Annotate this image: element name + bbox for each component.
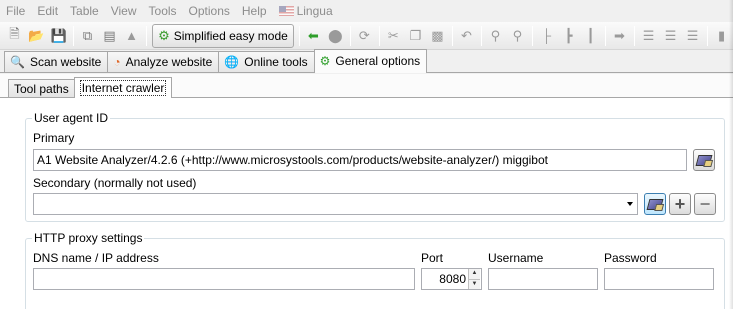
toolbar-separator: [605, 25, 606, 46]
book-icon: [695, 154, 713, 166]
book-icon: [646, 198, 664, 210]
find-next-icon[interactable]: ⚲: [507, 25, 528, 47]
primary-label: Primary: [33, 131, 75, 145]
tab-label: Tool paths: [14, 81, 69, 96]
gears-icon: ⚙: [319, 54, 331, 68]
tab-analyze-website[interactable]: ◔ Analyze website: [107, 51, 220, 72]
menu-bar: File Edit Table View Tools Options Help …: [0, 0, 733, 22]
menu-help[interactable]: Help: [236, 0, 273, 22]
menu-lingua[interactable]: Lingua: [273, 0, 339, 22]
find-icon[interactable]: ⚲: [485, 25, 506, 47]
toolbar-separator: [451, 25, 453, 46]
tab-label: Online tools: [244, 55, 308, 69]
password-field[interactable]: [604, 268, 714, 290]
toolbar-separator: [298, 25, 300, 46]
tab-scan-website[interactable]: 🔍 Scan website: [4, 51, 109, 72]
username-field[interactable]: [488, 268, 598, 290]
tab-internet-crawler[interactable]: Internet crawler: [73, 77, 173, 98]
menu-edit[interactable]: Edit: [31, 0, 64, 22]
dns-label: DNS name / IP address: [33, 251, 159, 265]
menu-tools[interactable]: Tools: [143, 0, 183, 22]
stop-icon[interactable]: ⬤: [325, 25, 346, 47]
toolbar-separator: [634, 25, 636, 46]
menu-file[interactable]: File: [0, 0, 31, 22]
toolbar-separator: [531, 25, 533, 46]
port-spin-buttons: ▲ ▼: [468, 269, 480, 289]
password-label: Password: [604, 251, 657, 265]
group-title: User agent ID: [32, 111, 111, 125]
primary-user-agent-field[interactable]: A1 Website Analyzer/4.2.6 (+http://www.m…: [33, 149, 687, 171]
simplified-easy-mode-button[interactable]: ⚙ Simplified easy mode: [152, 23, 294, 48]
magnifier-icon: 🔍: [10, 55, 25, 69]
add-button[interactable]: +: [669, 193, 691, 215]
tree-expand-icon[interactable]: ┣: [558, 25, 579, 47]
paste-project-icon[interactable]: ▤: [99, 25, 120, 47]
tree-collapse-icon[interactable]: ├: [536, 25, 557, 47]
align-right-icon[interactable]: ☰: [660, 25, 681, 47]
undo-icon[interactable]: ↶: [456, 25, 477, 47]
primary-user-agent-library-button[interactable]: [693, 149, 715, 171]
menu-options[interactable]: Options: [183, 0, 236, 22]
refresh-icon[interactable]: ⟳: [354, 25, 375, 47]
port-label: Port: [421, 251, 444, 265]
main-tab-bar: 🔍 Scan website ◔ Analyze website 🌐 Onlin…: [0, 49, 733, 73]
window-edge-shadow: [729, 0, 733, 309]
flag-icon: [278, 6, 294, 16]
paste-icon[interactable]: ▩: [427, 25, 448, 47]
menu-lingua-label: Lingua: [296, 4, 333, 18]
go-back-icon[interactable]: ⬅: [303, 25, 324, 47]
tab-label: Analyze website: [125, 55, 213, 69]
menu-view[interactable]: View: [105, 0, 143, 22]
list-icon[interactable]: ☰: [682, 25, 703, 47]
gears-icon: ⚙: [158, 27, 170, 43]
align-icon[interactable]: ☰: [638, 25, 659, 47]
tree-level-icon[interactable]: ┃: [580, 25, 601, 47]
dns-field[interactable]: [33, 268, 415, 290]
secondary-label: Secondary (normally not used): [33, 176, 197, 190]
pie-chart-icon: ◔: [113, 55, 121, 69]
toolbar-separator: [480, 25, 482, 46]
copy-project-icon[interactable]: ⧉: [77, 25, 98, 47]
remove-button[interactable]: −: [694, 193, 716, 215]
username-label: Username: [488, 251, 544, 265]
plus-icon: +: [674, 193, 686, 214]
cut-icon[interactable]: ✂: [383, 25, 404, 47]
port-stepper[interactable]: 8080 ▲ ▼: [421, 268, 482, 290]
port-value: 8080: [439, 272, 466, 286]
toolbar-separator: [146, 25, 148, 46]
chevron-down-icon: [627, 202, 633, 206]
group-title: HTTP proxy settings: [32, 231, 145, 245]
copy-icon[interactable]: ❐: [405, 25, 426, 47]
tab-online-tools[interactable]: 🌐 Online tools: [218, 51, 315, 72]
toolbar-separator: [378, 25, 380, 46]
open-folder-icon[interactable]: 📂: [26, 25, 47, 47]
toolbar-separator: [349, 25, 351, 46]
tab-label: Internet crawler: [79, 80, 167, 96]
toolbar: 🗎 📂 💾 ⧉ ▤ ▲ ⚙ Simplified easy mode ⬅ ⬤ ⟳…: [0, 22, 733, 50]
secondary-user-agent-library-button[interactable]: [644, 193, 666, 215]
tab-general-options[interactable]: ⚙ General options: [313, 49, 428, 73]
new-file-icon[interactable]: 🗎: [4, 25, 25, 47]
save-icon[interactable]: 💾: [48, 25, 69, 47]
tab-label: General options: [335, 54, 421, 68]
toolbar-separator: [707, 25, 709, 46]
spin-up-icon[interactable]: ▲: [468, 269, 480, 279]
stamp-icon[interactable]: ▲: [121, 25, 142, 47]
internet-crawler-panel: User agent ID Primary A1 Website Analyze…: [0, 98, 733, 309]
simplified-easy-mode-label: Simplified easy mode: [173, 28, 288, 43]
sub-tab-bar: Tool paths Internet crawler: [0, 74, 733, 98]
secondary-user-agent-dropdown[interactable]: [33, 193, 638, 215]
tab-label: Scan website: [29, 55, 102, 69]
spin-down-icon[interactable]: ▼: [468, 278, 480, 289]
toolbar-separator: [73, 25, 75, 46]
tab-tool-paths[interactable]: Tool paths: [8, 79, 75, 97]
move-right-icon[interactable]: ➡: [609, 25, 630, 47]
globe-icon: 🌐: [224, 55, 240, 69]
minus-icon: −: [699, 193, 711, 214]
menu-table[interactable]: Table: [64, 0, 105, 22]
